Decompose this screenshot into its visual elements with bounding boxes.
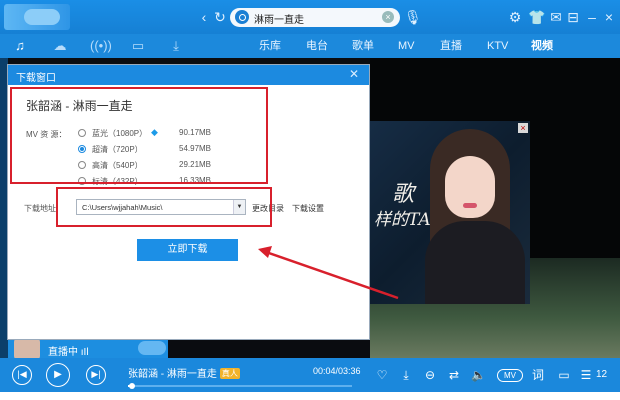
download-path-label: 下载地址 [24, 204, 56, 213]
nav-item-live[interactable]: 直播 [440, 38, 462, 54]
volume-icon[interactable]: 🔈 [471, 368, 486, 382]
dialog-close-icon[interactable]: ✕ [347, 67, 361, 81]
radio-icon[interactable]: ((•)) [90, 38, 112, 54]
annotation-box-quality [10, 87, 268, 184]
close-icon[interactable]: × [601, 9, 617, 25]
nav-item-mv[interactable]: MV [398, 38, 415, 54]
nav-item-library[interactable]: 乐库 [259, 38, 281, 54]
lyrics-button[interactable]: 词 [531, 368, 545, 382]
player-bar: |◀ ▶ ▶| 张韶涵 - 淋雨一直走 真人 00:04/03:36 ♡ ⤓ ⊖ … [0, 358, 620, 392]
playlist-count: 12 [596, 369, 608, 380]
nav-bar: ♫ ☁ ((•)) ▭ ⤓ 乐库 电台 歌单 MV 直播 KTV 视频 [0, 34, 620, 58]
repeat-icon[interactable]: ⇄ [447, 368, 461, 382]
mini-mode-icon[interactable]: ⊟ [565, 9, 581, 25]
refresh-icon[interactable]: ↻ [212, 9, 228, 25]
nav-item-ktv[interactable]: KTV [487, 38, 508, 54]
app-logo [4, 4, 70, 30]
download-icon[interactable]: ⤓ [168, 38, 184, 54]
ad-text-2: 样的TA [374, 210, 431, 230]
search-icon[interactable] [235, 10, 249, 24]
clear-icon[interactable]: × [382, 11, 394, 23]
favorite-icon[interactable]: ♡ [375, 368, 389, 382]
cloud-icon[interactable]: ☁ [52, 38, 68, 54]
device-icon[interactable]: ▭ [130, 38, 146, 54]
now-playing-title: 张韶涵 - 淋雨一直走 [128, 369, 217, 380]
play-icon[interactable]: ▶ [46, 363, 70, 387]
previous-track-icon[interactable]: |◀ [12, 365, 32, 385]
title-bar: ‹ ↻ 淋雨一直走 × 🎙 ⚙ 👕 ✉ ⊟ – × [0, 0, 620, 34]
quality-badge: 真人 [219, 368, 240, 379]
nav-item-video[interactable]: 视频 [531, 38, 553, 54]
download-icon[interactable]: ⤓ [399, 368, 413, 382]
ad-text-1: 歌 [392, 182, 415, 207]
now-playing: 张韶涵 - 淋雨一直走 真人 [128, 365, 240, 380]
back-icon[interactable]: ‹ [196, 9, 212, 25]
minimize-icon[interactable]: – [584, 9, 600, 25]
search-box[interactable]: 淋雨一直走 × [230, 8, 400, 27]
music-note-icon[interactable]: ♫ [12, 38, 28, 54]
nav-item-radio[interactable]: 电台 [306, 38, 328, 54]
side-tabs: ♫ ☁ ((•)) ▭ ⤓ [0, 34, 200, 58]
ad-close-icon[interactable]: × [518, 123, 528, 133]
download-settings-link[interactable]: 下载设置 [292, 203, 324, 214]
progress-handle[interactable] [129, 383, 136, 389]
message-icon[interactable]: ✉ [548, 9, 564, 25]
music-player-window: ‹ ↻ 淋雨一直走 × 🎙 ⚙ 👕 ✉ ⊟ – × ♫ ☁ ((•)) ▭ ⤓ … [0, 0, 620, 392]
caption-strip [0, 392, 620, 400]
mv-toggle[interactable]: MV [497, 369, 523, 382]
voice-search-icon[interactable]: 🎙 [404, 9, 422, 25]
dialog-title: 下载窗口 [16, 73, 56, 84]
progress-bar[interactable] [128, 383, 352, 389]
settings-icon[interactable]: ⚙ [507, 9, 523, 25]
search-input[interactable]: 淋雨一直走 [254, 11, 304, 26]
comment-icon[interactable]: ▭ [557, 368, 571, 382]
playlist-icon[interactable]: ☰ [579, 368, 593, 382]
avatar [14, 338, 40, 360]
live-strip[interactable]: 直播中 ıIl [8, 338, 168, 360]
live-status: 直播中 ıIl [48, 347, 89, 358]
ad-portrait [445, 156, 495, 218]
nav-item-playlists[interactable]: 歌单 [352, 38, 374, 54]
next-track-icon[interactable]: ▶| [86, 365, 106, 385]
download-now-button[interactable]: 立即下载 [137, 239, 238, 261]
playback-time: 00:04/03:36 [313, 366, 361, 376]
annotation-box-path [56, 187, 272, 227]
dialog-header: 下载窗口 ✕ [8, 65, 369, 85]
skin-icon[interactable]: 👕 [528, 9, 545, 25]
remove-icon[interactable]: ⊖ [423, 368, 437, 382]
